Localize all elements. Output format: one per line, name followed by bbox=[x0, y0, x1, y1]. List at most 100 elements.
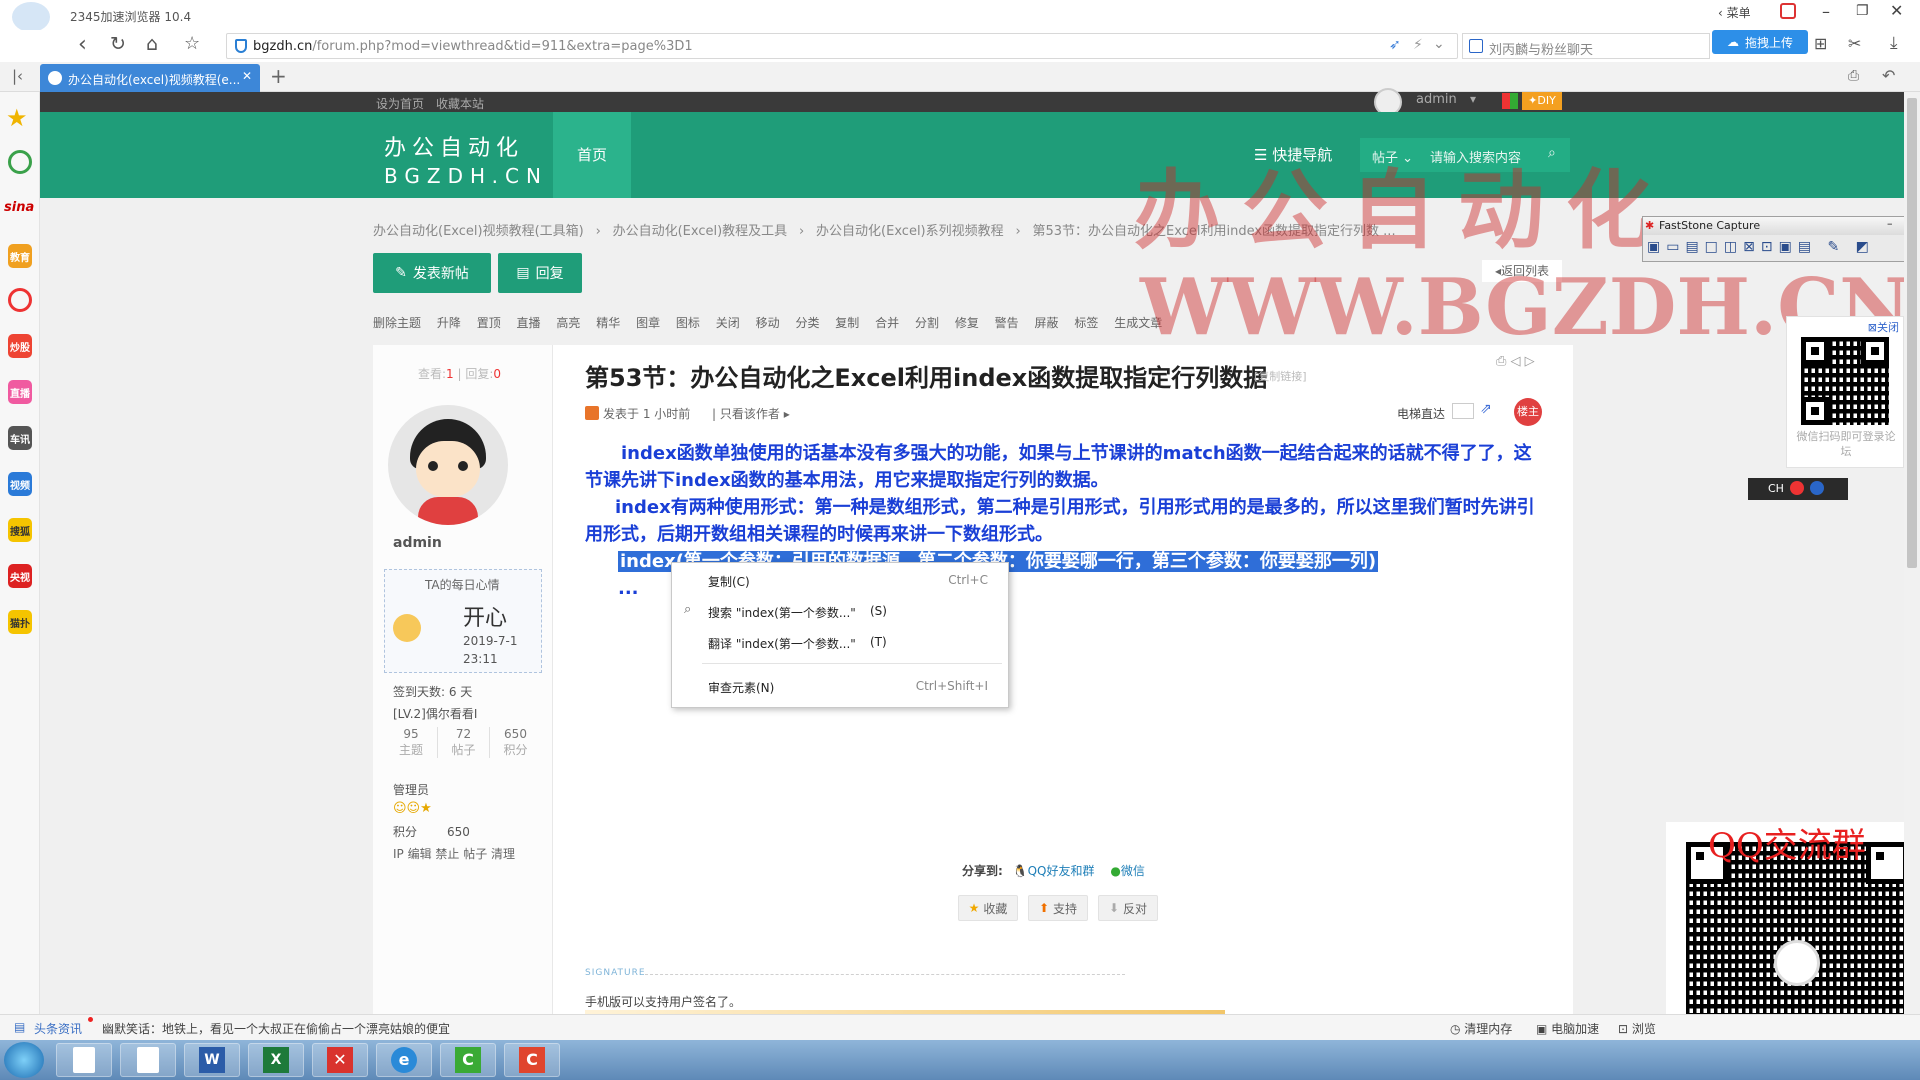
sidebar-item-cars[interactable]: 车讯 bbox=[8, 426, 32, 450]
mod-tool-link[interactable]: 直播 bbox=[517, 316, 541, 330]
context-menu-copy[interactable]: 复制(C) Ctrl+C bbox=[672, 565, 1008, 595]
start-button[interactable] bbox=[4, 1042, 44, 1078]
breadcrumb-item[interactable]: 办公自动化(Excel)视频教程(工具箱) bbox=[373, 224, 584, 239]
browse-button[interactable]: ⊡ 浏览 bbox=[1618, 1020, 1656, 1037]
color-grid-icon[interactable] bbox=[1502, 93, 1518, 109]
oppose-button[interactable]: ⬇ 反对 bbox=[1098, 895, 1158, 921]
weibo-icon[interactable] bbox=[8, 288, 32, 312]
sina-icon[interactable]: sina bbox=[4, 200, 34, 215]
mod-tool-link[interactable]: 分割 bbox=[915, 316, 939, 330]
mod-tool-link[interactable]: 屏蔽 bbox=[1035, 316, 1059, 330]
mod-tool-link[interactable]: 置顶 bbox=[477, 316, 501, 330]
stat-posts[interactable]: 72 帖子 bbox=[437, 727, 489, 758]
mod-tool-link[interactable]: 警告 bbox=[995, 316, 1019, 330]
close-button[interactable]: ✕ bbox=[1890, 1, 1903, 20]
mod-tool-link[interactable]: 升降 bbox=[437, 316, 461, 330]
mod-tool-link[interactable]: 图章 bbox=[636, 316, 660, 330]
taskbar-browser[interactable]: e bbox=[376, 1043, 432, 1077]
sidebar-item-sohu[interactable]: 搜狐 bbox=[8, 518, 32, 542]
user-dropdown-icon[interactable]: ▾ bbox=[1470, 92, 1476, 106]
printer-icon[interactable]: ⎙ bbox=[1848, 68, 1859, 84]
undo-icon[interactable]: ↶ bbox=[1882, 66, 1895, 85]
minimize-button[interactable]: – bbox=[1822, 2, 1830, 21]
sidebar-item-education[interactable]: 教育 bbox=[8, 244, 32, 268]
mod-tool-link[interactable]: 分类 bbox=[795, 316, 819, 330]
taskbar-excel[interactable]: X bbox=[248, 1043, 304, 1077]
clean-memory-button[interactable]: ◷ 清理内存 bbox=[1450, 1020, 1512, 1037]
mod-tool-link[interactable]: 修复 bbox=[955, 316, 979, 330]
elevator-input[interactable] bbox=[1452, 403, 1474, 419]
upload-button[interactable]: ☁ 拖拽上传 bbox=[1712, 30, 1808, 54]
faststone-tools[interactable]: ▣▭▤□◫⊠⊡▣▤ ✎ ◩ bbox=[1647, 239, 1875, 255]
menu-button[interactable]: ‹ 菜单 bbox=[1718, 4, 1751, 21]
taskbar-file-app-2[interactable] bbox=[120, 1043, 176, 1077]
favorite-star-icon[interactable]: ☆ bbox=[184, 33, 200, 54]
history-clock-icon[interactable] bbox=[8, 150, 32, 174]
mod-tool-link[interactable]: 精华 bbox=[596, 316, 620, 330]
new-tab-button[interactable]: + bbox=[270, 64, 287, 88]
ime-toolbar[interactable]: CH bbox=[1748, 478, 1848, 500]
favorite-button[interactable]: ★ 收藏 bbox=[958, 895, 1018, 921]
support-button[interactable]: ⬆ 支持 bbox=[1028, 895, 1088, 921]
page-scrollbar[interactable] bbox=[1904, 92, 1920, 1014]
bookmark-site-link[interactable]: 收藏本站 bbox=[436, 95, 484, 112]
sidebar-item-video[interactable]: 视频 bbox=[8, 472, 32, 496]
sidebar-item-mop[interactable]: 猫扑 bbox=[8, 610, 32, 634]
author-name[interactable]: admin bbox=[393, 535, 442, 551]
sidebar-item-live[interactable]: 直播 bbox=[8, 380, 32, 404]
mod-tool-link[interactable]: 合并 bbox=[875, 316, 899, 330]
share-wechat-button[interactable]: ●微信 bbox=[1110, 864, 1145, 878]
mod-tool-link[interactable]: 标签 bbox=[1074, 316, 1098, 330]
favorites-star-icon[interactable]: ★ bbox=[6, 104, 28, 132]
mod-tool-link[interactable]: 移动 bbox=[756, 316, 780, 330]
mod-tool-link[interactable]: 复制 bbox=[835, 316, 859, 330]
qr-close-link[interactable]: ⊠关闭 bbox=[1868, 319, 1899, 335]
share-qq-button[interactable]: 🐧QQ好友和群 bbox=[1013, 864, 1095, 878]
taskbar-camtasia-green[interactable]: C bbox=[440, 1043, 496, 1077]
set-homepage-link[interactable]: 设为首页 bbox=[376, 95, 424, 112]
mod-tool-link[interactable]: 关闭 bbox=[716, 316, 740, 330]
breadcrumb-item[interactable]: 办公自动化(Excel)教程及工具 bbox=[613, 224, 788, 239]
flash-icon[interactable]: ⚡ bbox=[1413, 37, 1423, 53]
tab-list-icon[interactable]: |‹ bbox=[12, 67, 23, 85]
search-engine-box[interactable]: 刘丙麟与粉丝聊天 bbox=[1462, 33, 1710, 59]
elevator-go-icon[interactable]: ⇗ bbox=[1480, 401, 1492, 417]
speedup-button[interactable]: ▣ 电脑加速 bbox=[1536, 1020, 1599, 1037]
news-label[interactable]: 头条资讯 bbox=[34, 1020, 82, 1037]
admin-links[interactable]: IP 编辑 禁止 帖子 清理 bbox=[393, 845, 515, 862]
faststone-capture-window[interactable]: ✱ FastStone Capture – ✕ ▣▭▤□◫⊠⊡▣▤ ✎ ◩ bbox=[1642, 216, 1920, 262]
nav-home[interactable]: 首页 bbox=[553, 112, 631, 198]
context-menu-inspect[interactable]: 审查元素(N) Ctrl+Shift+I bbox=[672, 671, 1008, 701]
tab-active[interactable]: 办公自动化(excel)视频教程(e... ✕ bbox=[40, 64, 260, 92]
refresh-icon[interactable]: ↻ bbox=[110, 33, 126, 55]
mod-tool-link[interactable]: 高亮 bbox=[556, 316, 580, 330]
news-ticker[interactable]: 幽默笑话：地铁上，看见一个大叔正在偷偷占一个漂亮姑娘的便宜 bbox=[102, 1020, 450, 1037]
back-icon[interactable]: ‹ bbox=[78, 32, 87, 57]
copy-link[interactable]: [复制链接] bbox=[1254, 368, 1307, 384]
scissors-icon[interactable]: ✂ bbox=[1848, 34, 1861, 53]
diy-button[interactable]: ✦DIY bbox=[1522, 92, 1562, 110]
sidebar-item-cctv[interactable]: 央视 bbox=[8, 564, 32, 588]
only-author-link[interactable]: | 只看该作者 ▸ bbox=[712, 405, 790, 422]
author-avatar[interactable] bbox=[388, 405, 508, 525]
taskbar-file-app[interactable] bbox=[56, 1043, 112, 1077]
notification-icon[interactable] bbox=[1780, 3, 1796, 19]
header-username[interactable]: admin bbox=[1416, 92, 1457, 107]
mod-tool-link[interactable]: 删除主题 bbox=[373, 316, 421, 330]
extensions-icon[interactable]: ⊞ bbox=[1814, 34, 1827, 53]
sidebar-item-stocks[interactable]: 炒股 bbox=[8, 334, 32, 358]
scrollbar-thumb[interactable] bbox=[1907, 98, 1917, 568]
taskbar-xmind[interactable]: ✕ bbox=[312, 1043, 368, 1077]
tab-close-icon[interactable]: ✕ bbox=[242, 69, 252, 83]
context-menu-translate[interactable]: 翻译 "index(第一个参数..." (T) bbox=[672, 627, 1008, 657]
home-icon[interactable]: ⌂ bbox=[146, 33, 158, 55]
context-menu-search[interactable]: ⌕ 搜索 "index(第一个参数..." (S) bbox=[672, 596, 1008, 626]
mod-tool-link[interactable]: 图标 bbox=[676, 316, 700, 330]
site-logo[interactable]: 办公自动化 BGZDH.CN bbox=[384, 130, 548, 188]
reply-button[interactable]: ▤ 回复 bbox=[498, 253, 582, 293]
restore-button[interactable]: ❐ bbox=[1856, 3, 1869, 19]
print-icon[interactable]: ⎙ ◁ ▷ bbox=[1496, 354, 1535, 369]
download-icon[interactable]: ⤓ bbox=[1890, 33, 1898, 53]
taskbar-word[interactable]: W bbox=[184, 1043, 240, 1077]
stat-topics[interactable]: 95 主题 bbox=[385, 727, 437, 758]
